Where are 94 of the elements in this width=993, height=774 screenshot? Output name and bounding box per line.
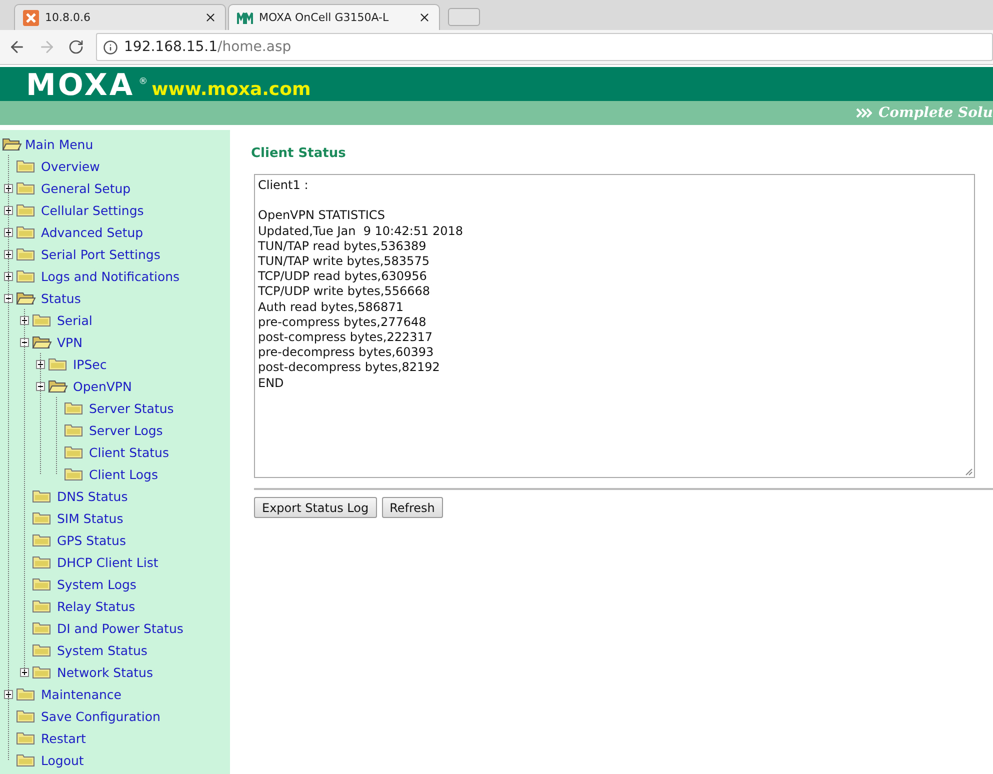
expand-icon[interactable] [4,206,13,214]
menu-item[interactable]: IPSec [73,356,107,372]
address-path: /home.asp [218,39,292,55]
page-title: Client Status [251,146,347,161]
tab-title: MOXA OnCell G3150A-L [259,11,390,24]
menu-item[interactable]: SIM Status [57,510,124,526]
menu-item[interactable]: Restart [41,730,86,746]
folder-icon [64,445,84,459]
menu-item[interactable]: Advanced Setup [41,224,144,240]
registered-mark: ® [138,77,148,87]
site-logo-icon [237,10,253,26]
menu-item[interactable]: Maintenance [41,686,122,702]
folder-icon [32,489,52,503]
address-bar[interactable]: 192.168.15.1/home.asp [96,33,993,61]
expand-icon[interactable] [4,272,13,280]
close-icon[interactable] [418,11,431,24]
open-folder-icon [2,137,22,151]
folder-icon [32,555,52,569]
open-folder-icon [32,335,52,349]
menu-item[interactable]: DHCP Client List [57,554,158,570]
reload-icon[interactable] [68,39,84,55]
menu-item[interactable]: Logout [41,752,84,768]
collapse-icon[interactable] [36,382,45,390]
folder-icon [32,643,52,657]
menu-item[interactable]: General Setup [41,180,131,196]
folder-icon [32,577,52,591]
menu-item[interactable]: VPN [57,334,82,350]
menu-item[interactable]: Save Configuration [41,708,160,724]
menu-item[interactable]: OpenVPN [73,378,132,394]
open-folder-icon [48,379,68,393]
folder-icon [16,247,36,261]
folder-icon [16,203,36,217]
chevrons-icon [856,108,872,118]
menu-item[interactable]: Server Logs [89,422,163,438]
folder-icon [16,709,36,723]
expand-icon[interactable] [4,228,13,236]
address-host: 192.168.15.1 [124,39,218,55]
folder-icon [16,687,36,701]
status-log-field[interactable]: Client1 : OpenVPN STATISTICS Updated,Tue Jan 9 10:42:51 2018 TUN/TAP read bytes,536389 TUN/TAP write bytes,583575 TCP/UDP read bytes,630956 TCP/UDP write bytes,556668 Auth read bytes,586871 pre-compress bytes,277648 post-compress bytes,222317 pre-decompress bytes,60393 post-decompress bytes,82192 END [254,174,975,478]
tagline: Complete Solu [878,105,993,121]
app-logo-icon [23,10,39,26]
folder-icon [64,423,84,437]
menu-item[interactable]: GPS Status [57,532,126,548]
menu-item[interactable]: Server Status [89,400,174,416]
folder-icon [64,467,84,481]
refresh-button[interactable]: Refresh [382,497,443,518]
folder-icon [32,621,52,635]
folder-icon [16,731,36,745]
folder-icon [64,401,84,415]
folder-icon [16,269,36,283]
collapse-icon[interactable] [4,294,13,302]
site-link[interactable]: www.moxa.com [152,79,311,101]
export-button[interactable]: Export Status Log [254,497,377,518]
folder-icon [32,599,52,613]
open-folder-icon [16,291,36,305]
expand-icon[interactable] [36,360,45,368]
folder-icon [32,533,52,547]
menu-item[interactable]: Client Logs [89,466,158,482]
menu-item[interactable]: Network Status [57,664,153,680]
folder-icon [16,225,36,239]
folder-icon [32,511,52,525]
menu-item[interactable]: Cellular Settings [41,202,144,218]
menu-item[interactable]: Status [41,290,81,306]
resize-grip-icon[interactable] [963,466,973,476]
close-icon[interactable] [204,11,217,24]
expand-icon[interactable] [4,690,13,698]
menu-item[interactable]: DNS Status [57,488,128,504]
menu-item[interactable]: Relay Status [57,598,136,614]
browser-tab[interactable]: MOXA OnCell G3150A-L [228,4,440,30]
back-icon[interactable] [8,38,26,56]
menu-item[interactable]: Overview [41,158,100,174]
info-icon[interactable] [103,40,118,54]
folder-icon [32,313,52,327]
expand-icon[interactable] [4,250,13,258]
folder-icon [16,753,36,767]
browser-tab[interactable]: 10.8.0.6 [14,4,226,30]
menu-item[interactable]: Serial [57,312,92,328]
menu-title[interactable]: Main Menu [25,136,94,152]
folder-icon [16,159,36,173]
expand-icon[interactable] [20,668,29,676]
menu-item[interactable]: DI and Power Status [57,620,184,636]
tab-title: 10.8.0.6 [45,11,92,24]
expand-icon[interactable] [20,316,29,324]
folder-icon [32,665,52,679]
folder-icon [16,181,36,195]
folder-icon [48,357,68,371]
expand-icon[interactable] [4,184,13,192]
menu-item[interactable]: System Status [57,642,148,658]
logo-text: MOXA [26,71,135,101]
menu-item[interactable]: Client Status [89,444,169,460]
menu-item[interactable]: System Logs [57,576,136,592]
menu-item[interactable]: Logs and Notifications [41,268,180,284]
menu-item[interactable]: Serial Port Settings [41,246,160,262]
collapse-icon[interactable] [20,338,29,346]
